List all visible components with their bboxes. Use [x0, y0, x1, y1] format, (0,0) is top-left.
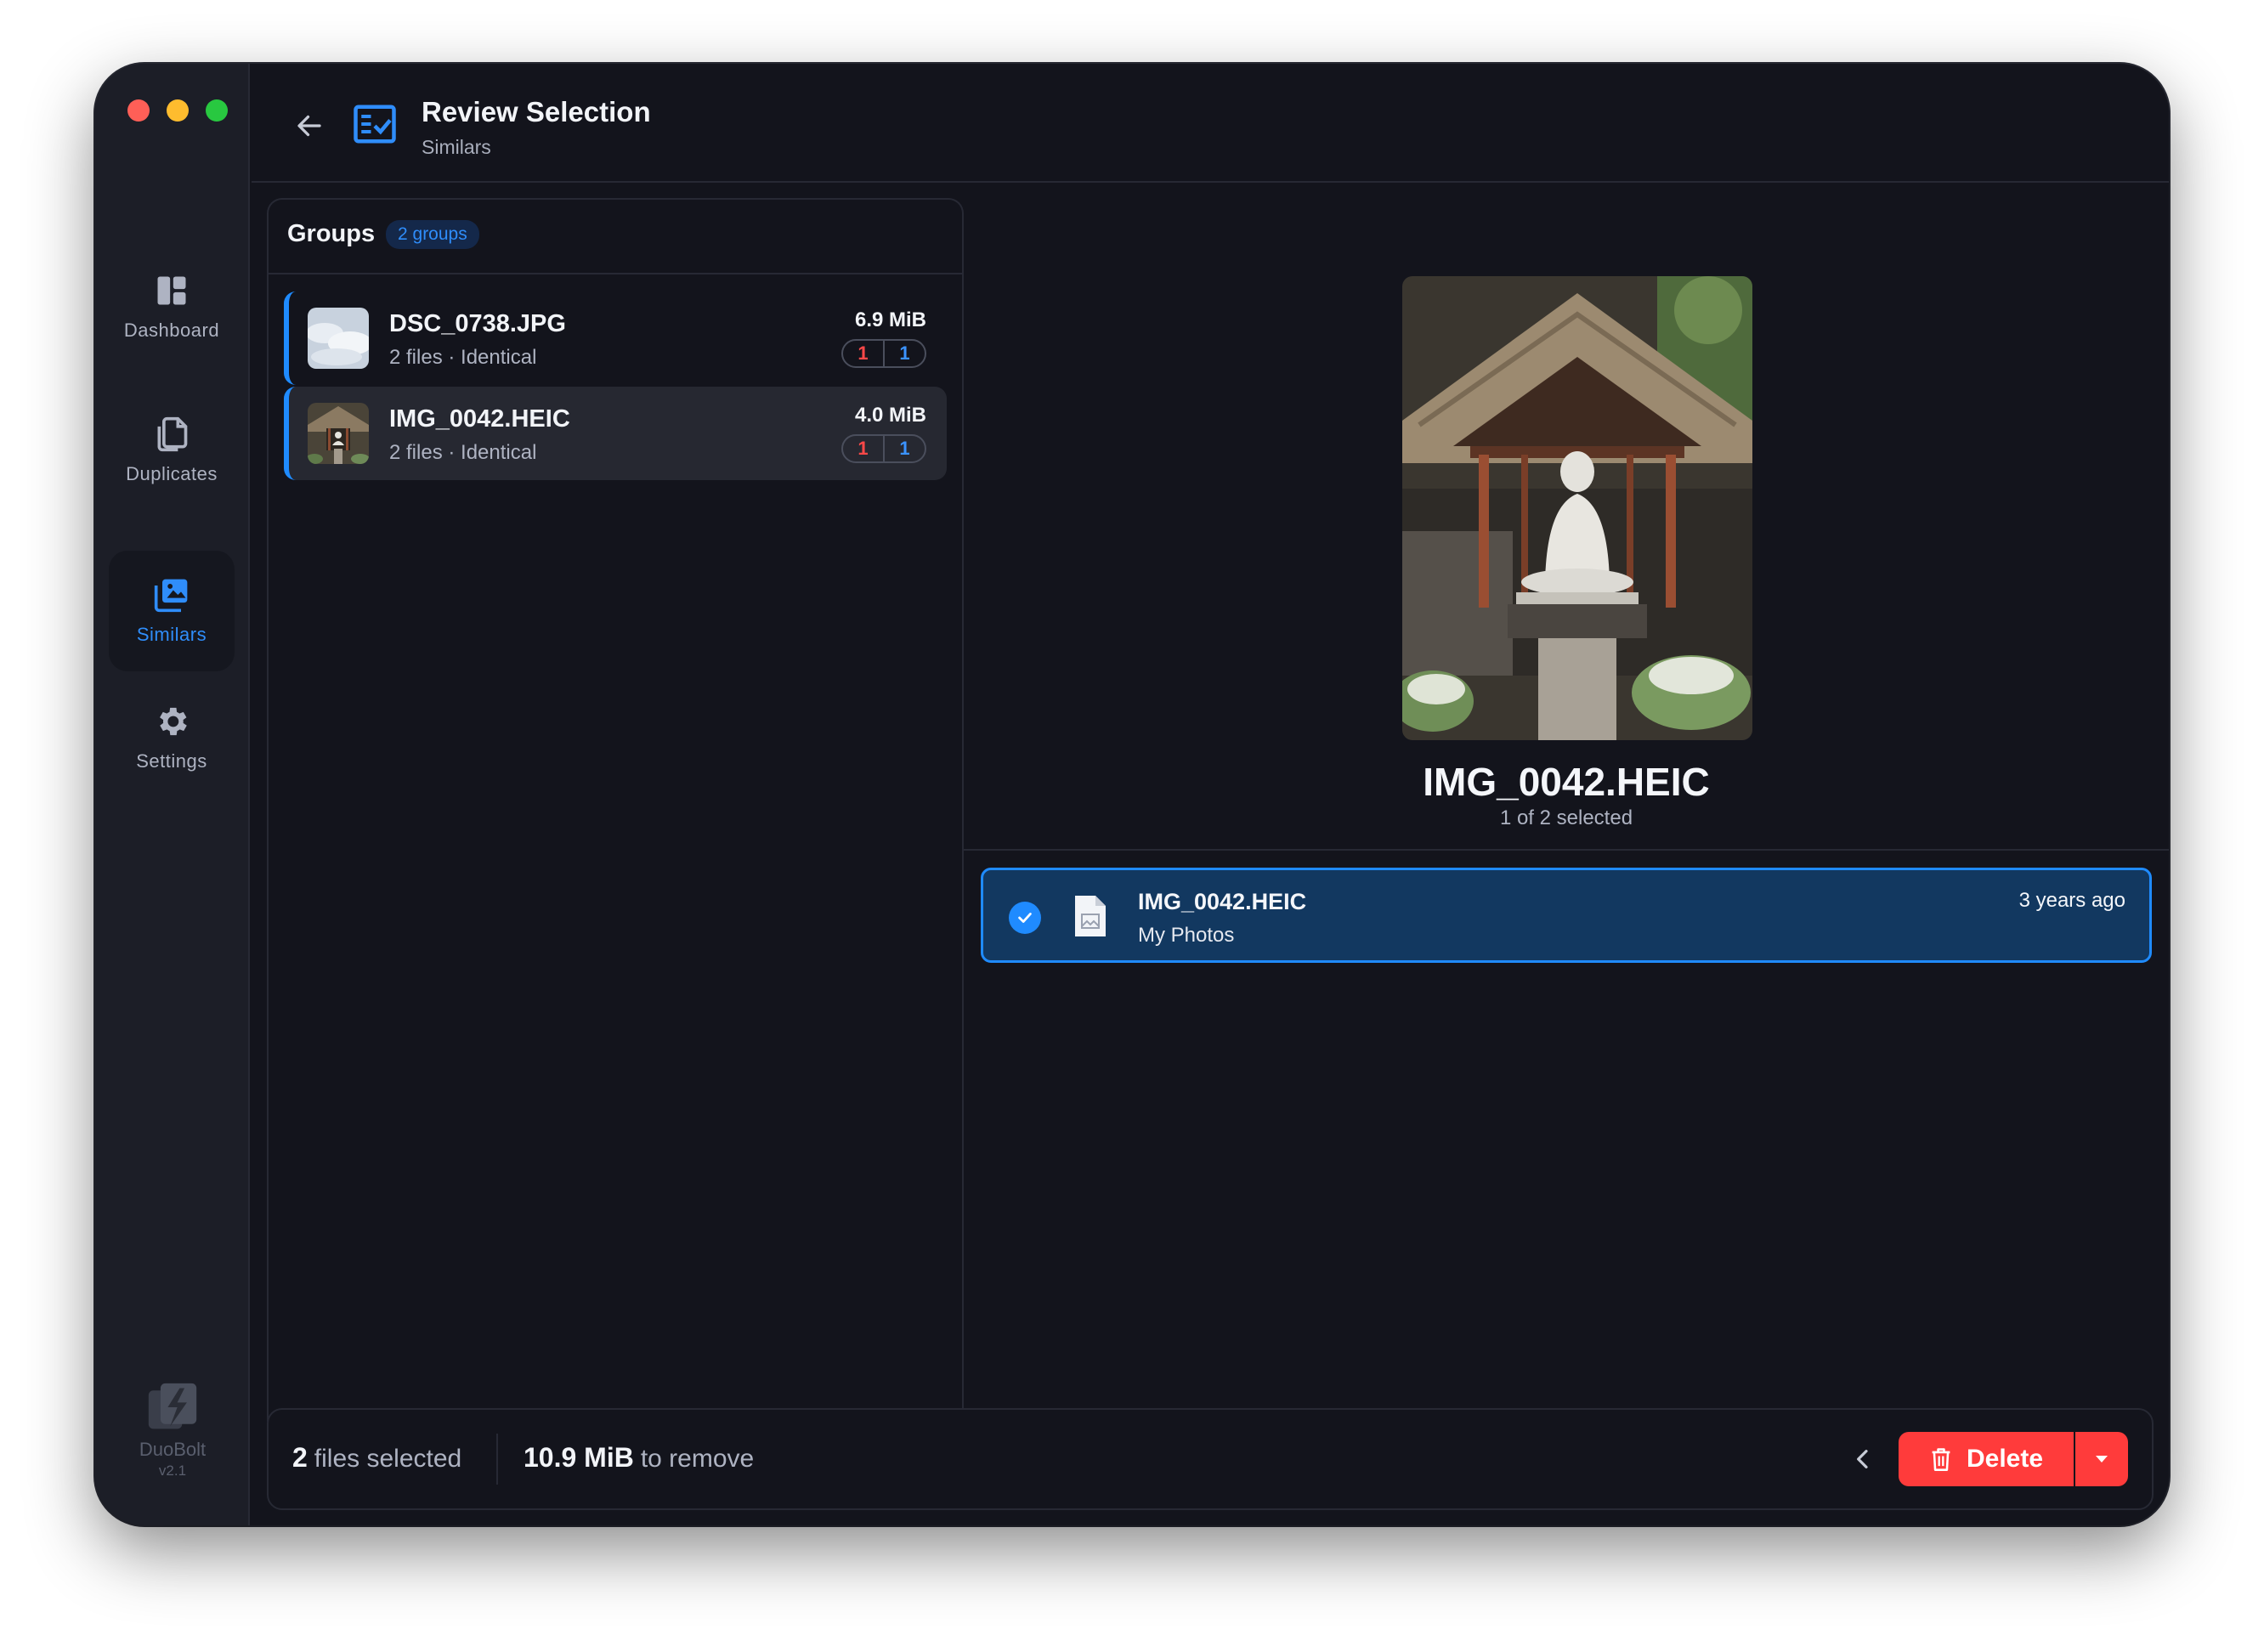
- brand-name: DuoBolt: [139, 1439, 207, 1460]
- duobolt-logo-icon: [148, 1383, 197, 1429]
- file-name: IMG_0042.HEIC: [1138, 889, 1307, 914]
- group-size: 6.9 MiB: [854, 308, 926, 331]
- divider: [964, 849, 2169, 851]
- delete-button[interactable]: Delete: [1899, 1432, 2074, 1486]
- delete-options-dropdown[interactable]: [2075, 1432, 2128, 1486]
- caret-down-icon: [2096, 1456, 2108, 1462]
- file-card[interactable]: IMG_0042.HEIC My Photos 3 years ago: [981, 868, 2152, 963]
- group-size: 4.0 MiB: [854, 404, 926, 427]
- group-count-pill: 1 1: [841, 434, 926, 463]
- close-window-button[interactable]: [127, 99, 150, 122]
- file-age: 3 years ago: [2018, 889, 2125, 912]
- group-meta: 2 files · Identical: [389, 441, 537, 464]
- size-label: to remove: [640, 1445, 755, 1473]
- bottom-bar: 2 files selected 10.9 MiB to remove Delete: [267, 1408, 2154, 1510]
- groups-header: Groups 2 groups: [269, 200, 962, 274]
- preview-image[interactable]: [1402, 276, 1752, 740]
- group-row[interactable]: IMG_0042.HEIC 2 files · Identical 4.0 Mi…: [284, 387, 947, 480]
- sidebar-item-label: Settings: [136, 750, 207, 772]
- file-location: My Photos: [1138, 924, 1235, 947]
- remove-count: 1: [843, 341, 885, 366]
- gear-icon: [160, 707, 187, 736]
- check-icon: [1018, 913, 1032, 923]
- dashboard-icon: [157, 276, 186, 305]
- sidebar-item-similars[interactable]: Similars: [109, 551, 235, 671]
- files-count: 2: [292, 1442, 308, 1473]
- page-subtitle: Similars: [422, 136, 491, 158]
- sidebar-item-dashboard[interactable]: Dashboard: [109, 246, 235, 367]
- sidebar: Dashboard Duplicates Similars Settings D…: [95, 64, 250, 1525]
- zoom-window-button[interactable]: [206, 99, 228, 122]
- app-window: Dashboard Duplicates Similars Settings D…: [95, 64, 2169, 1525]
- brand-version: v2.1: [158, 1462, 187, 1479]
- keep-count: 1: [899, 342, 910, 364]
- keep-count: 1: [899, 438, 910, 459]
- image-file-icon: [1075, 896, 1106, 936]
- group-name: DSC_0738.JPG: [389, 310, 566, 337]
- similars-icon: [154, 579, 188, 613]
- files-selected-stat: 2 files selected: [292, 1442, 461, 1474]
- preview-file-name: IMG_0042.HEIC: [1423, 760, 1710, 804]
- divider: [496, 1434, 498, 1485]
- group-meta: 2 files · Identical: [389, 346, 537, 369]
- group-count-pill: 1 1: [841, 339, 926, 368]
- size-to-remove-stat: 10.9 MiB to remove: [524, 1442, 754, 1474]
- duplicates-icon: [157, 416, 188, 452]
- groups-title: Groups: [287, 220, 376, 247]
- delete-label: Delete: [1966, 1445, 2044, 1473]
- group-thumbnail: [308, 403, 369, 464]
- group-thumbnail: [308, 308, 369, 369]
- remove-count: 1: [843, 436, 885, 461]
- minimize-window-button[interactable]: [167, 99, 189, 122]
- sidebar-item-label: Dashboard: [123, 320, 220, 341]
- page-title: Review Selection: [422, 96, 651, 127]
- groups-count-badge: 2 groups: [386, 220, 479, 249]
- sidebar-item-label: Duplicates: [126, 463, 218, 484]
- back-arrow-icon[interactable]: [294, 110, 325, 141]
- sidebar-item-duplicates[interactable]: Duplicates: [109, 390, 235, 511]
- group-name: IMG_0042.HEIC: [389, 405, 570, 433]
- groups-panel: Groups 2 groups DSC_0738.JPG 2 files · I…: [267, 198, 964, 1422]
- group-row[interactable]: DSC_0738.JPG 2 files · Identical 6.9 MiB…: [284, 291, 947, 385]
- file-checkbox[interactable]: [1009, 902, 1041, 934]
- preview-selection-count: 1 of 2 selected: [1499, 806, 1633, 829]
- files-label: files selected: [314, 1445, 462, 1473]
- size-value: 10.9 MiB: [524, 1442, 634, 1473]
- brand: DuoBolt v2.1: [95, 1381, 250, 1479]
- chevron-left-icon[interactable]: [1849, 1446, 1876, 1473]
- trash-icon: [1932, 1448, 1950, 1471]
- sidebar-item-label: Similars: [136, 624, 207, 645]
- preview-panel: IMG_0042.HEIC 1 of 2 selected IMG_0042.H…: [964, 183, 2169, 1422]
- review-checklist-icon: [354, 105, 396, 144]
- header: Review Selection Similars: [252, 64, 2169, 183]
- traffic-lights: [127, 99, 228, 122]
- sidebar-item-settings[interactable]: Settings: [109, 677, 235, 798]
